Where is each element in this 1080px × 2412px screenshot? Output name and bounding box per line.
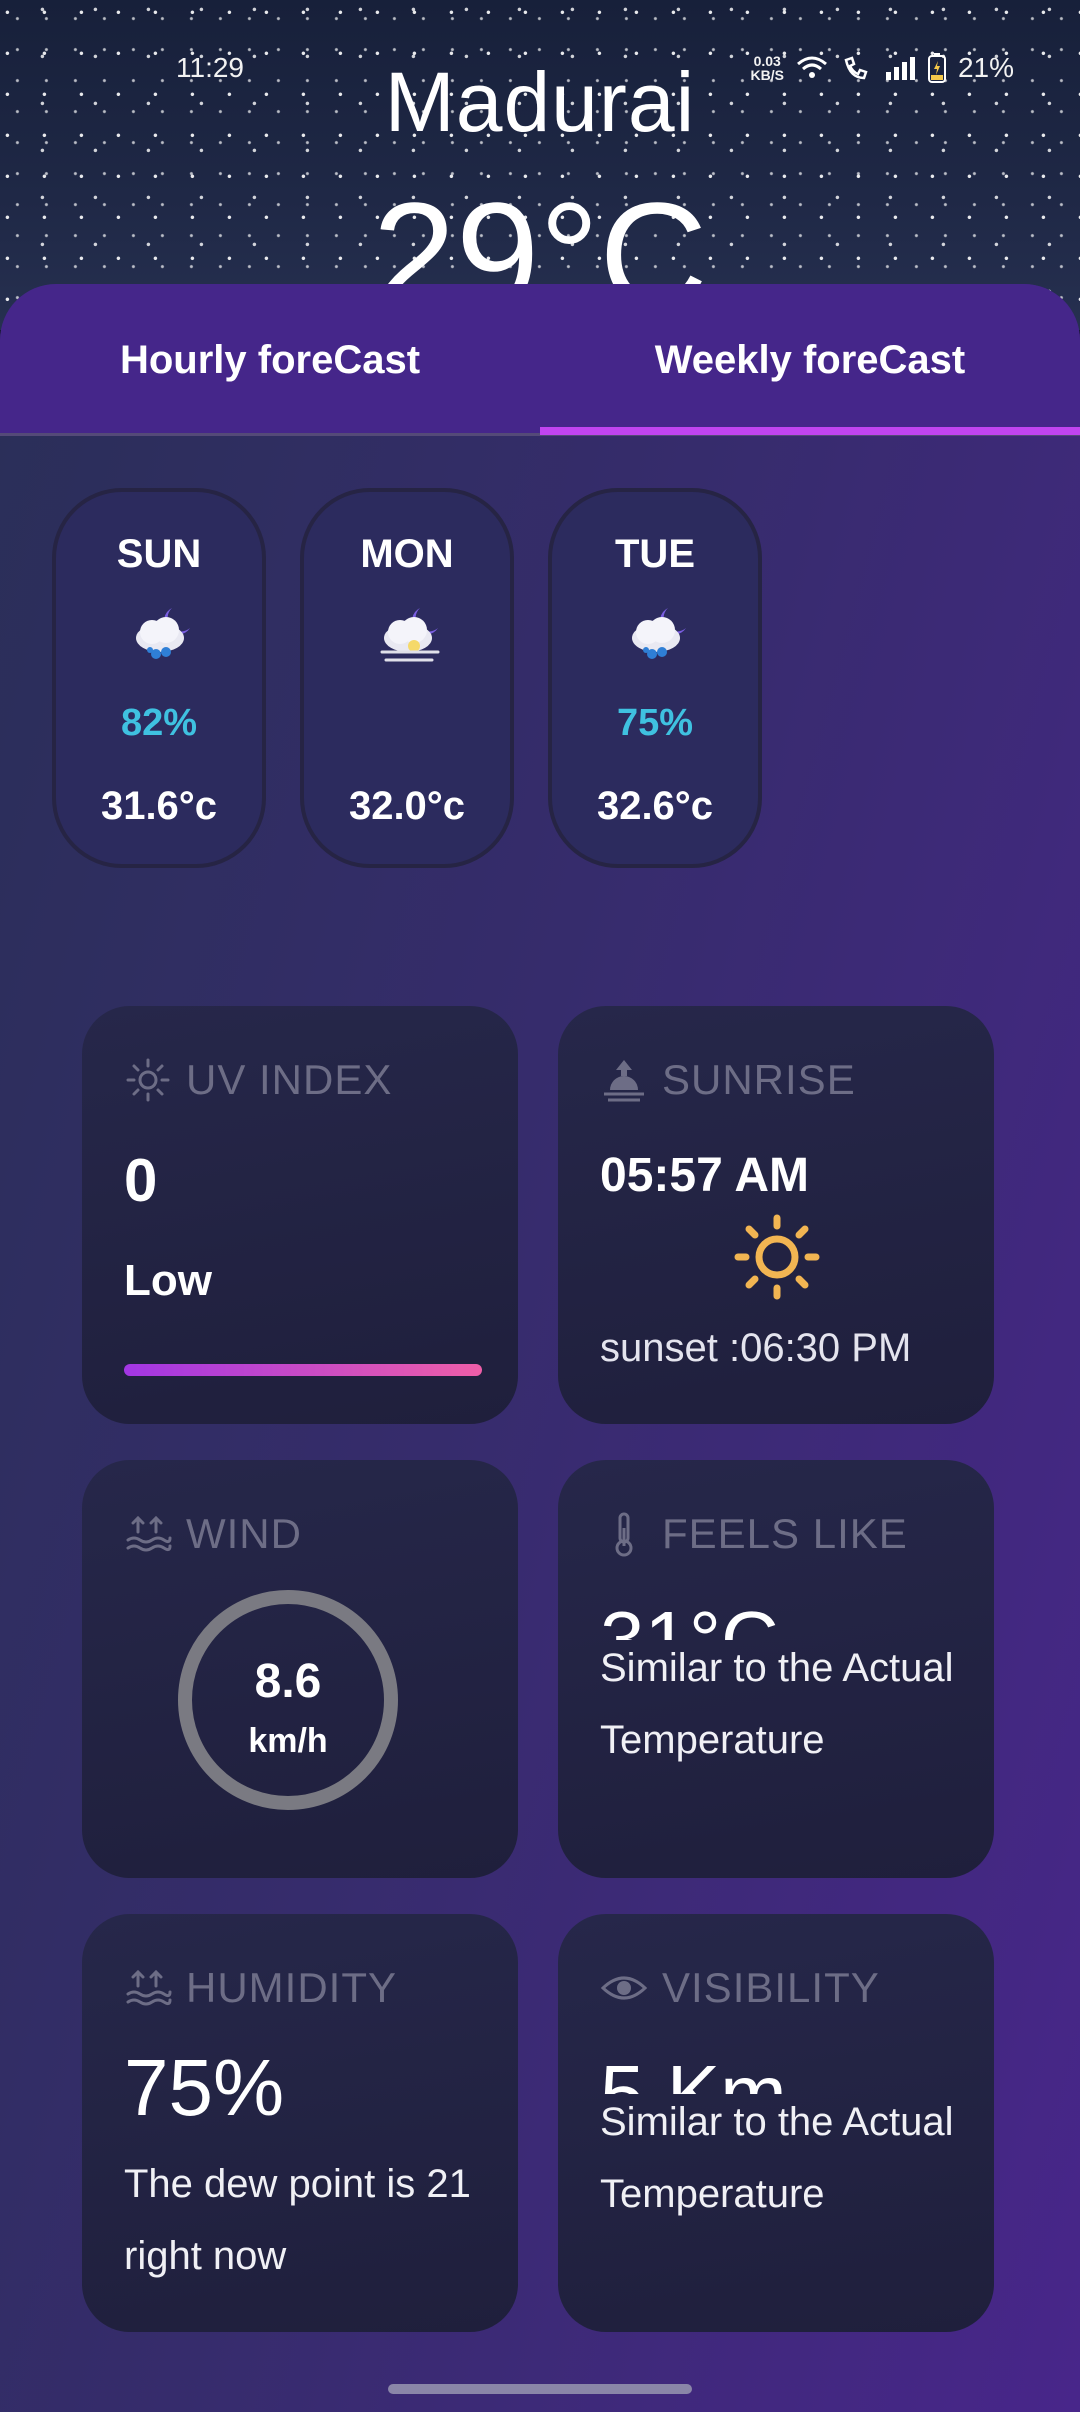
thermometer-icon [615, 1512, 633, 1557]
active-tab-indicator [540, 427, 1080, 435]
card-title: VISIBILITY [662, 1964, 880, 2011]
cloud-rain-night-icon [136, 608, 190, 659]
day-name: TUE [615, 532, 695, 576]
card-title: FEELS LIKE [662, 1510, 908, 1557]
card-title: HUMIDITY [186, 1964, 397, 2011]
forecast-tabs: Hourly foreCast Weekly foreCast [0, 284, 1080, 436]
uv-scale-bar [124, 1364, 482, 1376]
humidity-card: HUMIDITY 75% The dew point is 21 right n… [82, 1914, 518, 2332]
uv-index-card: UV INDEX 0 Low [82, 1006, 518, 1424]
wind-header: WIND [124, 1510, 302, 1558]
rain-chance: 75% [616, 702, 694, 744]
humidity-value: 75% [124, 2043, 285, 2132]
eye-icon [600, 1976, 648, 2000]
rain-chance [304, 702, 510, 746]
city-name: Madurai [384, 55, 696, 149]
day-name: MON [360, 532, 454, 576]
wind-card: WIND 8.6 km/h [82, 1460, 518, 1878]
visibility-description: Similar to the Actual Temperature [600, 2100, 954, 2216]
wind-speed: 8.6 [254, 1655, 322, 1708]
home-indicator[interactable] [388, 2384, 692, 2394]
tab-weekly-forecast[interactable]: Weekly foreCast [540, 284, 1080, 436]
day-temperature: 32.6°c [596, 784, 714, 828]
humidity-header: HUMIDITY [124, 1964, 397, 2012]
card-title: WIND [186, 1510, 302, 1557]
cloud-mist-night-icon [380, 608, 440, 662]
wind-gauge: 8.6 km/h [178, 1590, 398, 1810]
humidity-waves-icon [126, 1969, 172, 2006]
cloud-rain-night-icon [632, 608, 686, 659]
wind-unit: km/h [248, 1722, 328, 1760]
feels-like-header: FEELS LIKE [600, 1510, 908, 1558]
day-temperature: 31.6°c [100, 784, 218, 828]
forecast-day-card[interactable]: MON 32.0°c [300, 488, 514, 868]
tab-hourly-forecast[interactable]: Hourly foreCast [0, 284, 540, 436]
day-temperature: 32.0°c [348, 784, 466, 828]
feels-like-card: FEELS LIKE 31°C Similar to the Actual Te… [558, 1460, 994, 1878]
card-title: UV INDEX [186, 1056, 393, 1103]
sun-icon [734, 1214, 820, 1300]
day-name: SUN [116, 532, 202, 576]
card-title: SUNRISE [662, 1056, 856, 1103]
visibility-card: VISIBILITY 5 Km Similar to the Actual Te… [558, 1914, 994, 2332]
sun-outline-icon [126, 1058, 170, 1102]
forecast-day-card[interactable]: TUE 75% 32.6°c [548, 488, 762, 868]
uv-level: Low [124, 1256, 212, 1305]
visibility-header: VISIBILITY [600, 1964, 880, 2012]
sunset-time: sunset :06:30 PM [600, 1326, 912, 1370]
sunrise-card: SUNRISE 05:57 AM sunset :06:30 PM [558, 1006, 994, 1424]
feels-like-description: Similar to the Actual Temperature [600, 1646, 954, 1762]
sunrise-header: SUNRISE [600, 1056, 856, 1104]
uv-value: 0 [124, 1147, 158, 1214]
humidity-description: The dew point is 21 right now [124, 2162, 471, 2278]
forecast-day-card[interactable]: SUN 82% 31.6°c [52, 488, 266, 868]
uv-index-header: UV INDEX [124, 1056, 392, 1104]
wind-waves-icon [126, 1515, 172, 1552]
sunrise-time: 05:57 AM [600, 1149, 809, 1202]
sunrise-icon [604, 1060, 644, 1102]
rain-chance: 82% [120, 702, 198, 744]
